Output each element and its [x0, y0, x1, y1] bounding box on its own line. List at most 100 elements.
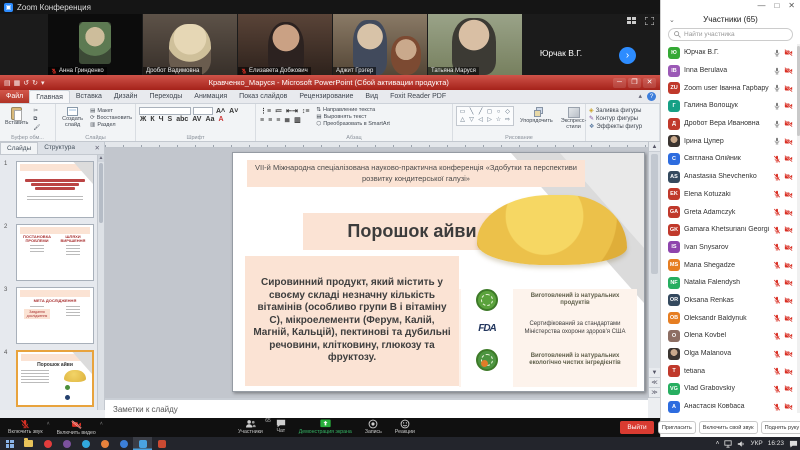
- participant-row[interactable]: T tetiana: [661, 362, 797, 380]
- columns-icon[interactable]: ▥: [293, 116, 302, 124]
- video-tile-1[interactable]: Дробот Вадимовна: [143, 14, 237, 75]
- scroll-down-icon[interactable]: ▼: [649, 368, 660, 378]
- numbering-icon[interactable]: ≔: [274, 107, 283, 115]
- taskbar-start-button[interactable]: [0, 437, 19, 450]
- ribbon-tab-3[interactable]: Дизайн: [108, 90, 144, 103]
- fullscreen-icon[interactable]: [645, 17, 654, 25]
- notifications-icon[interactable]: [789, 440, 798, 448]
- ribbon-tab-0[interactable]: Файл: [0, 90, 29, 103]
- participant-row[interactable]: A Анастасія Ковбаса: [661, 398, 797, 413]
- participant-row[interactable]: O Olena Kovbel: [661, 327, 797, 345]
- save-icon[interactable]: ▦: [14, 79, 21, 87]
- quick-styles-button[interactable]: Экспресс-стили: [559, 106, 589, 131]
- font-size-select[interactable]: [193, 107, 213, 115]
- search-participant-input[interactable]: Найти участника: [668, 28, 793, 41]
- font-style-3[interactable]: S: [167, 116, 174, 123]
- speaker-icon[interactable]: [737, 440, 745, 448]
- ribbon-tab-7[interactable]: Рецензирование: [293, 90, 359, 103]
- participant-row[interactable]: NF Natalia Falendysh: [661, 274, 797, 292]
- redo-icon[interactable]: ↻: [32, 79, 38, 87]
- slides-panel-scrollbar[interactable]: ▲: [97, 155, 104, 410]
- arrange-button[interactable]: Упорядочить: [518, 106, 555, 125]
- start-video-button[interactable]: ˄Включить видео: [57, 419, 96, 436]
- language-indicator[interactable]: УКР: [750, 440, 762, 447]
- participant-row[interactable]: OR Oksana Renkas: [661, 292, 797, 310]
- participant-row[interactable]: Г Галина Волощук: [661, 97, 797, 115]
- zoom-minimize-button[interactable]: —: [757, 2, 765, 10]
- next-videos-button[interactable]: ›: [619, 47, 636, 64]
- video-tile-2[interactable]: Елизавета Добжович: [238, 14, 332, 75]
- tab-outline[interactable]: Структура: [38, 142, 81, 154]
- justify-icon[interactable]: ≣: [283, 116, 291, 124]
- unmute-self-button[interactable]: Включить свой звук: [699, 421, 758, 434]
- video-tile-4[interactable]: Татьяна Маруся: [428, 14, 522, 75]
- participant-row[interactable]: Ірина Цупер: [661, 132, 797, 150]
- close-panel-icon[interactable]: ✕: [91, 142, 104, 154]
- taskbar-explorer-button[interactable]: [19, 437, 38, 450]
- taskbar-opera-button[interactable]: [38, 437, 57, 450]
- slide-thumbnail-3[interactable]: МЕТА ДОСЛІДЖЕННЯ Завдання дослідження: [16, 287, 94, 344]
- font-style-1[interactable]: К: [149, 116, 155, 123]
- ribbon-tab-5[interactable]: Анимация: [188, 90, 233, 103]
- taskbar-firefox-button[interactable]: [95, 437, 114, 450]
- participant-row[interactable]: Ю Юрчак В.Г.: [661, 44, 797, 62]
- copy-icon[interactable]: ⧉: [33, 116, 40, 123]
- participant-row[interactable]: Olga Malanova: [661, 345, 797, 363]
- slide-thumbnail-2[interactable]: ПОСТАНОВКА ПРОБЛЕМИ ШЛЯХИ ВИРІШЕННЯ: [16, 224, 94, 281]
- section-button[interactable]: ▥ Раздел: [90, 122, 132, 128]
- tab-slides[interactable]: Слайды: [0, 142, 38, 154]
- scroll-up-icon[interactable]: ▲: [649, 142, 660, 152]
- ribbon-tab-8[interactable]: Вид: [359, 90, 384, 103]
- ribbon-tab-1[interactable]: Главная: [29, 90, 70, 103]
- zoom-close-button[interactable]: ✕: [788, 2, 795, 10]
- format-painter-icon[interactable]: 🖌: [33, 125, 40, 131]
- cut-icon[interactable]: ✂: [33, 108, 40, 114]
- participant-row[interactable]: OB Oleksandr Baldynuk: [661, 309, 797, 327]
- shapes-gallery[interactable]: ▭╲╱◻○◇△▽◁▷☆⇨: [456, 106, 514, 126]
- grow-font-icon[interactable]: A˄: [215, 108, 226, 115]
- font-style-5[interactable]: AV: [191, 116, 202, 123]
- taskbar-edge-button[interactable]: [114, 437, 133, 450]
- help-icon[interactable]: ?: [647, 92, 656, 101]
- layout-button[interactable]: ▤ Макет: [90, 108, 132, 114]
- ribbon-tab-6[interactable]: Показ слайдов: [233, 90, 293, 103]
- clock[interactable]: 16:23: [768, 440, 784, 447]
- smartart-button[interactable]: ⬡ Преобразовать в SmartArt: [316, 121, 390, 127]
- align-right-icon[interactable]: ≡: [275, 117, 281, 124]
- video-tile-3[interactable]: Аджит Грэгер: [333, 14, 427, 75]
- gallery-view-icon[interactable]: [627, 17, 637, 25]
- reactions-button[interactable]: Реакции: [395, 419, 415, 435]
- participant-row[interactable]: AS Anastasiia Shevchenko: [661, 168, 797, 186]
- participant-row[interactable]: C Світлана Олійник: [661, 150, 797, 168]
- record-button[interactable]: Запись: [365, 419, 382, 435]
- participant-row[interactable]: IS Ivan Snysarov: [661, 239, 797, 257]
- ppt-minimize-button[interactable]: ─: [613, 78, 626, 88]
- previous-slide-icon[interactable]: ≪: [649, 378, 660, 388]
- taskbar-zoom-button[interactable]: [133, 437, 152, 450]
- font-style-2[interactable]: Ч: [158, 116, 165, 123]
- new-slide-button[interactable]: Создать слайд: [59, 106, 86, 129]
- slide-thumbnail-1[interactable]: [16, 161, 94, 218]
- ppt-restore-button[interactable]: ❐: [628, 78, 641, 88]
- network-icon[interactable]: [724, 440, 732, 448]
- font-name-select[interactable]: [139, 107, 191, 115]
- unmute-button[interactable]: ˄Включить звук: [8, 419, 43, 436]
- taskbar-telegram-button[interactable]: [76, 437, 95, 450]
- participant-row[interactable]: MS Maria Shegadze: [661, 256, 797, 274]
- participant-row[interactable]: Д Дробот Вера Ивановна: [661, 115, 797, 133]
- shape-effects-button[interactable]: ❖Эффекты фигур: [589, 123, 656, 130]
- font-color-icon[interactable]: А: [218, 116, 225, 123]
- participant-row[interactable]: GA Greta Adamczyk: [661, 203, 797, 221]
- paste-button[interactable]: Вставить: [3, 106, 30, 131]
- participant-row[interactable]: GK Gamara Khetsuriani Georgia: [661, 221, 797, 239]
- tray-expand-icon[interactable]: ˄: [716, 440, 720, 447]
- undo-icon[interactable]: ↺: [23, 79, 29, 87]
- reset-button[interactable]: ⟳ Восстановить: [90, 115, 132, 121]
- align-text-button[interactable]: ▤ Выровнять текст: [316, 114, 390, 120]
- raise-hand-button[interactable]: Поднять руку: [761, 421, 800, 434]
- slide-canvas[interactable]: VII-й Міжнародна спеціалізована науково-…: [232, 152, 645, 392]
- participant-row[interactable]: ZU Zoom user Іванна Гарбарук: [661, 79, 797, 97]
- slide-scrollbar[interactable]: ▲ ▼ ≪ ≫: [648, 142, 660, 398]
- share-screen-button[interactable]: Демонстрация экрана: [299, 419, 352, 435]
- shrink-font-icon[interactable]: A˅: [228, 108, 239, 115]
